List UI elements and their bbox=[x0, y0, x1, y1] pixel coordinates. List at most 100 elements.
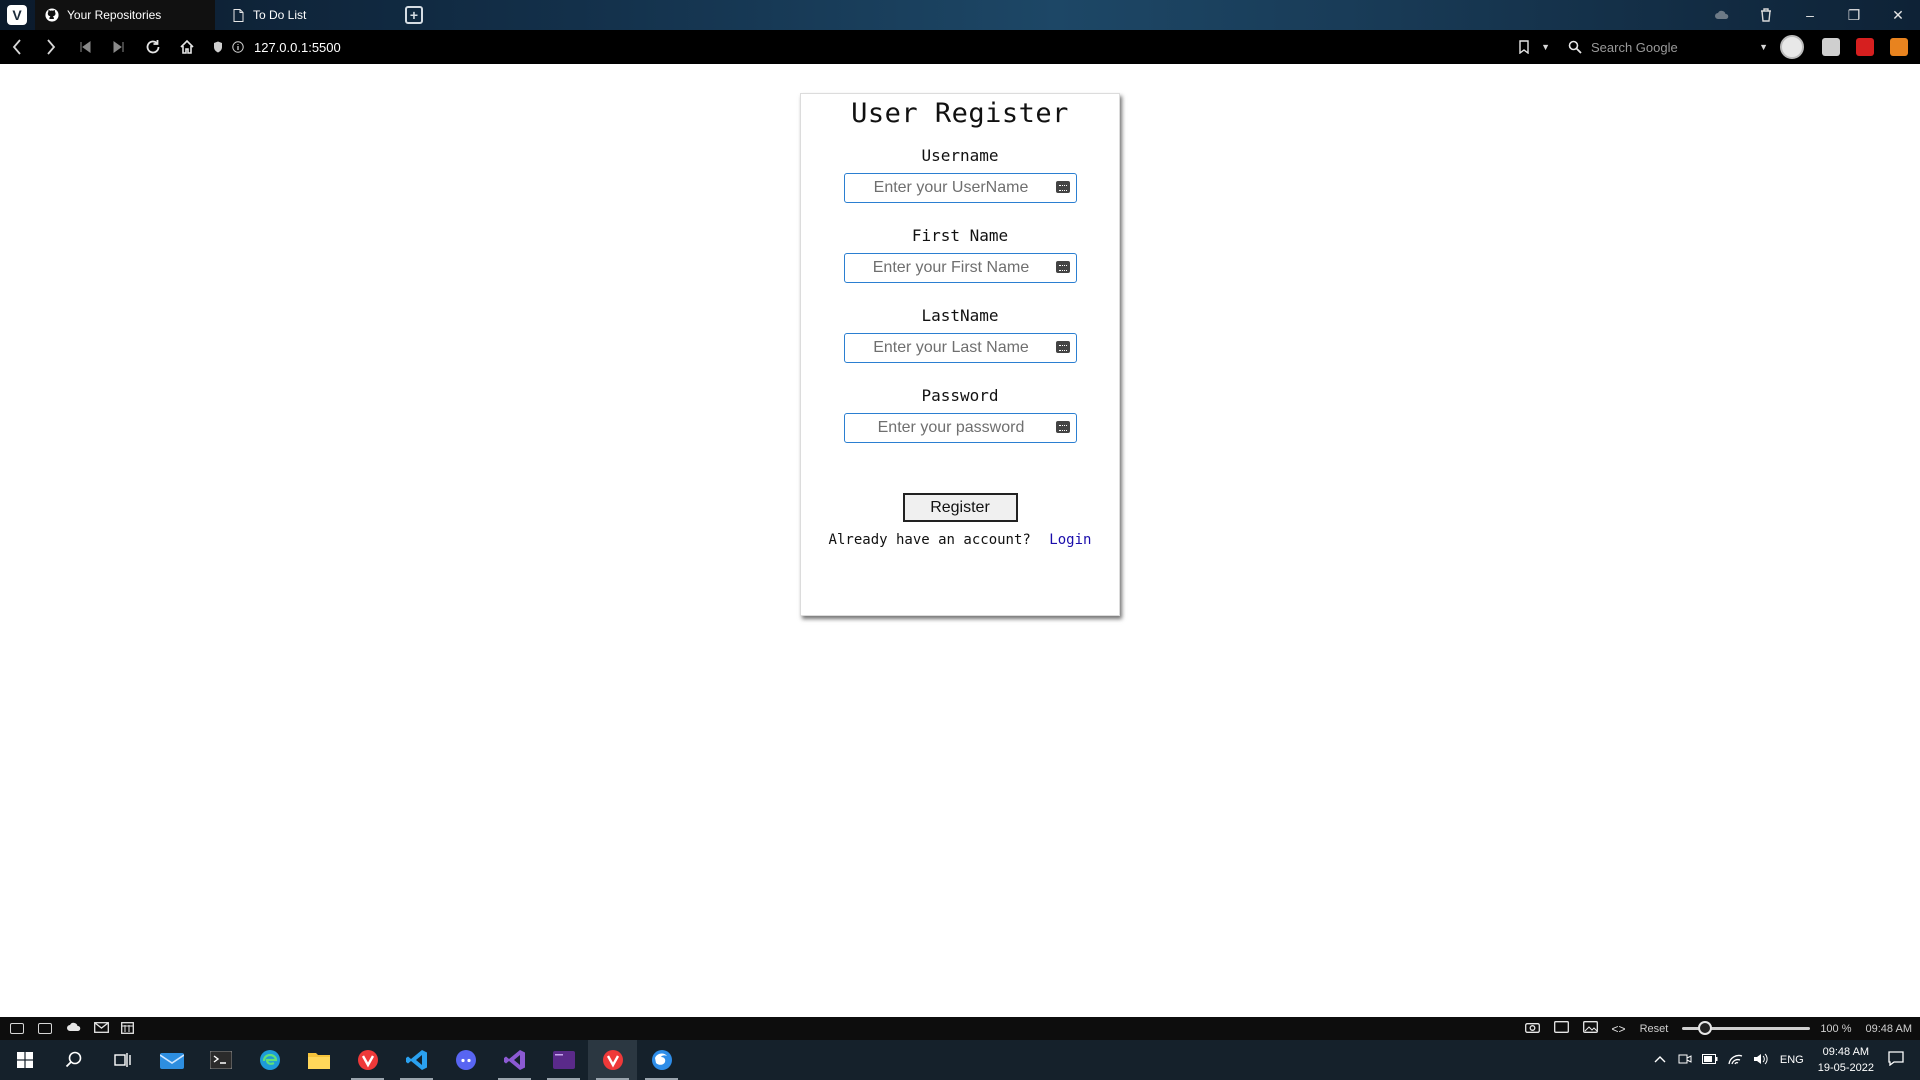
forward-button[interactable] bbox=[34, 30, 68, 64]
panel-toggle-icon[interactable] bbox=[10, 1023, 24, 1034]
windows-start-icon[interactable] bbox=[0, 1040, 49, 1080]
password-group: Password Enter your password bbox=[801, 386, 1119, 443]
images-icon[interactable] bbox=[1582, 1021, 1598, 1036]
sync-cloud-icon[interactable] bbox=[1700, 0, 1744, 30]
system-clock[interactable]: 09:48 AM 19-05-2022 bbox=[1818, 1044, 1874, 1076]
reload-button[interactable] bbox=[136, 30, 170, 64]
notification-icon[interactable] bbox=[1888, 1051, 1904, 1069]
chevron-up-icon[interactable] bbox=[1654, 1054, 1666, 1066]
first-name-input[interactable]: Enter your First Name bbox=[843, 253, 1077, 283]
vivaldi-icon[interactable] bbox=[343, 1040, 392, 1080]
file-explorer-icon[interactable] bbox=[294, 1040, 343, 1080]
url-field[interactable]: 127.0.0.1:5500 bbox=[208, 40, 341, 55]
first-name-placeholder: Enter your First Name bbox=[872, 259, 1030, 276]
keyboard-icon[interactable] bbox=[1055, 261, 1070, 273]
calendar-icon[interactable] bbox=[121, 1021, 134, 1037]
search-dropdown-icon[interactable]: ▼ bbox=[1759, 42, 1768, 52]
last-name-label: LastName bbox=[921, 306, 999, 325]
search-icon[interactable] bbox=[49, 1040, 98, 1080]
tiling-icon[interactable] bbox=[1553, 1021, 1569, 1036]
keyboard-icon[interactable] bbox=[1055, 181, 1070, 193]
keyboard-icon[interactable] bbox=[1055, 421, 1070, 433]
firefox-icon[interactable] bbox=[637, 1040, 686, 1080]
fast-forward-button[interactable] bbox=[102, 30, 136, 64]
tab-to-do-list[interactable]: To Do List bbox=[221, 0, 397, 30]
zoom-slider[interactable] bbox=[1682, 1021, 1811, 1035]
wifi-icon[interactable] bbox=[1728, 1053, 1743, 1068]
trash-icon[interactable] bbox=[1744, 0, 1788, 30]
mail-icon[interactable] bbox=[94, 1021, 109, 1036]
windows-taskbar: ENG 09:48 AM 19-05-2022 bbox=[0, 1040, 1920, 1080]
volume-icon[interactable] bbox=[1753, 1053, 1768, 1068]
vscode-icon[interactable] bbox=[392, 1040, 441, 1080]
discord-icon[interactable] bbox=[441, 1040, 490, 1080]
tab-label: Your Repositories bbox=[67, 8, 162, 22]
password-input[interactable]: Enter your password bbox=[843, 413, 1077, 443]
browser-status-bar: <> Reset 100 % 09:48 AM bbox=[0, 1017, 1920, 1040]
bookmark-icon[interactable] bbox=[1507, 30, 1541, 64]
rewind-button[interactable] bbox=[68, 30, 102, 64]
zoom-reset-button[interactable]: Reset bbox=[1640, 1023, 1669, 1035]
home-button[interactable] bbox=[170, 30, 204, 64]
extension-page-icon[interactable] bbox=[1822, 38, 1840, 56]
fast-forward-icon bbox=[113, 41, 124, 53]
close-window-button[interactable]: ✕ bbox=[1876, 0, 1920, 30]
keyboard-icon[interactable] bbox=[1055, 341, 1070, 353]
capture-icon[interactable] bbox=[1524, 1021, 1540, 1036]
chevron-left-icon bbox=[12, 39, 21, 55]
battery-icon[interactable] bbox=[1701, 1053, 1718, 1067]
register-card: User Register Username Enter your UserNa… bbox=[800, 93, 1120, 616]
username-input[interactable]: Enter your UserName bbox=[843, 173, 1077, 203]
home-icon bbox=[180, 39, 194, 54]
browser-tab-bar: V Your Repositories To Do List + – ❐ ✕ bbox=[0, 0, 1920, 30]
password-label: Password bbox=[921, 386, 999, 405]
vivaldi-active-icon[interactable] bbox=[588, 1040, 637, 1080]
site-info-icon[interactable] bbox=[228, 41, 248, 53]
extension-fox-icon[interactable] bbox=[1890, 38, 1908, 56]
first-name-label: First Name bbox=[911, 226, 1009, 245]
mail-icon[interactable] bbox=[147, 1040, 196, 1080]
language-indicator[interactable]: ENG bbox=[1780, 1054, 1804, 1066]
password-placeholder: Enter your password bbox=[877, 419, 1025, 436]
status-bar-right: <> Reset 100 % 09:48 AM bbox=[1524, 1017, 1912, 1040]
new-tab-button[interactable]: + bbox=[405, 6, 423, 24]
tile-tabs-icon[interactable] bbox=[38, 1023, 52, 1034]
address-bar: 127.0.0.1:5500 ▼ Search Google ▼ bbox=[0, 30, 1920, 64]
visual-studio-icon[interactable] bbox=[490, 1040, 539, 1080]
zoom-slider-handle[interactable] bbox=[1698, 1021, 1713, 1035]
extension-red-icon[interactable] bbox=[1856, 38, 1874, 56]
vivaldi-menu-icon[interactable]: V bbox=[7, 5, 27, 25]
minimize-button[interactable]: – bbox=[1788, 0, 1832, 30]
profile-avatar[interactable] bbox=[1780, 35, 1804, 59]
url-text: 127.0.0.1:5500 bbox=[254, 39, 341, 55]
last-name-placeholder: Enter your Last Name bbox=[873, 339, 1029, 356]
tab-label: To Do List bbox=[253, 8, 307, 22]
github-icon bbox=[45, 8, 59, 22]
search-field[interactable]: Search Google ▼ bbox=[1568, 35, 1768, 59]
meet-now-icon[interactable] bbox=[1678, 1052, 1692, 1069]
last-name-group: LastName Enter your Last Name bbox=[801, 306, 1119, 363]
restore-button[interactable]: ❐ bbox=[1832, 0, 1876, 30]
bookmark-dropdown-icon[interactable]: ▼ bbox=[1541, 42, 1550, 52]
login-prompt-text: Already have an account? bbox=[828, 532, 1031, 548]
last-name-input[interactable]: Enter your Last Name bbox=[843, 333, 1077, 363]
vs-code-purple-icon[interactable] bbox=[539, 1040, 588, 1080]
address-bar-right: ▼ Search Google ▼ bbox=[1507, 30, 1920, 64]
code-icon[interactable]: <> bbox=[1612, 1022, 1626, 1036]
username-group: Username Enter your UserName bbox=[801, 146, 1119, 203]
window-controls: – ❐ ✕ bbox=[1700, 0, 1920, 30]
system-tray: ENG 09:48 AM 19-05-2022 bbox=[1654, 1040, 1920, 1080]
first-name-group: First Name Enter your First Name bbox=[801, 226, 1119, 283]
terminal-icon[interactable] bbox=[196, 1040, 245, 1080]
login-link[interactable]: Login bbox=[1049, 532, 1091, 548]
clock-time: 09:48 AM bbox=[1822, 1046, 1870, 1058]
status-clock: 09:48 AM bbox=[1865, 1022, 1912, 1035]
register-button[interactable]: Register bbox=[902, 493, 1018, 522]
shield-icon[interactable] bbox=[208, 41, 228, 53]
sync-cloud-icon[interactable] bbox=[66, 1022, 82, 1035]
back-button[interactable] bbox=[0, 30, 34, 64]
tab-your-repositories[interactable]: Your Repositories bbox=[35, 0, 215, 30]
task-view-icon[interactable] bbox=[98, 1040, 147, 1080]
edge-icon[interactable] bbox=[245, 1040, 294, 1080]
zoom-level: 100 % bbox=[1820, 1022, 1852, 1035]
